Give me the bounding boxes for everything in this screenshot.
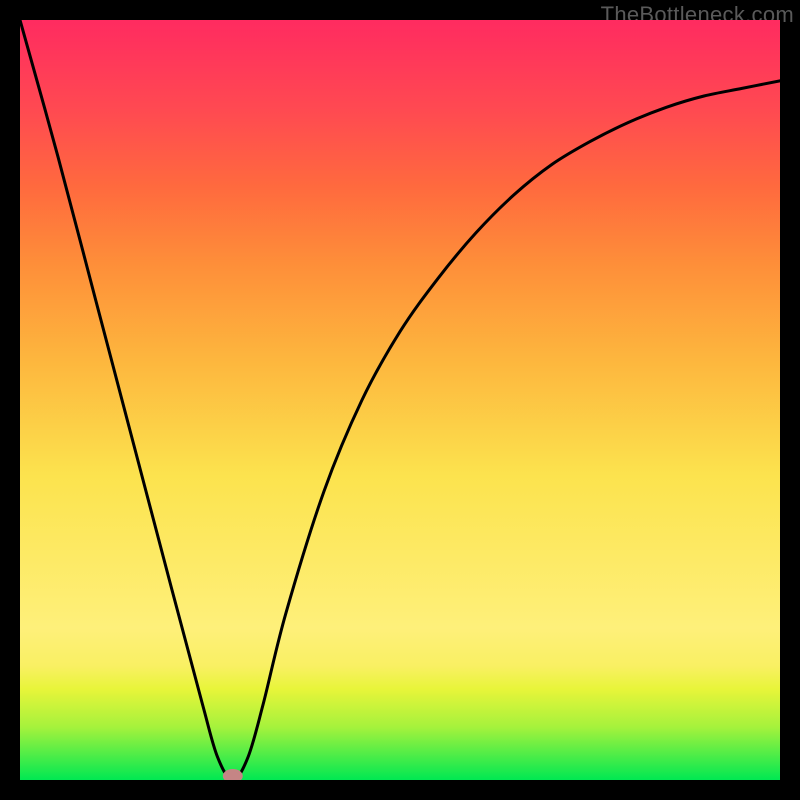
bottleneck-curve-path: [20, 20, 780, 780]
bottleneck-curve-svg: [20, 20, 780, 780]
minimum-marker: [223, 769, 243, 780]
chart-plot-area: [20, 20, 780, 780]
